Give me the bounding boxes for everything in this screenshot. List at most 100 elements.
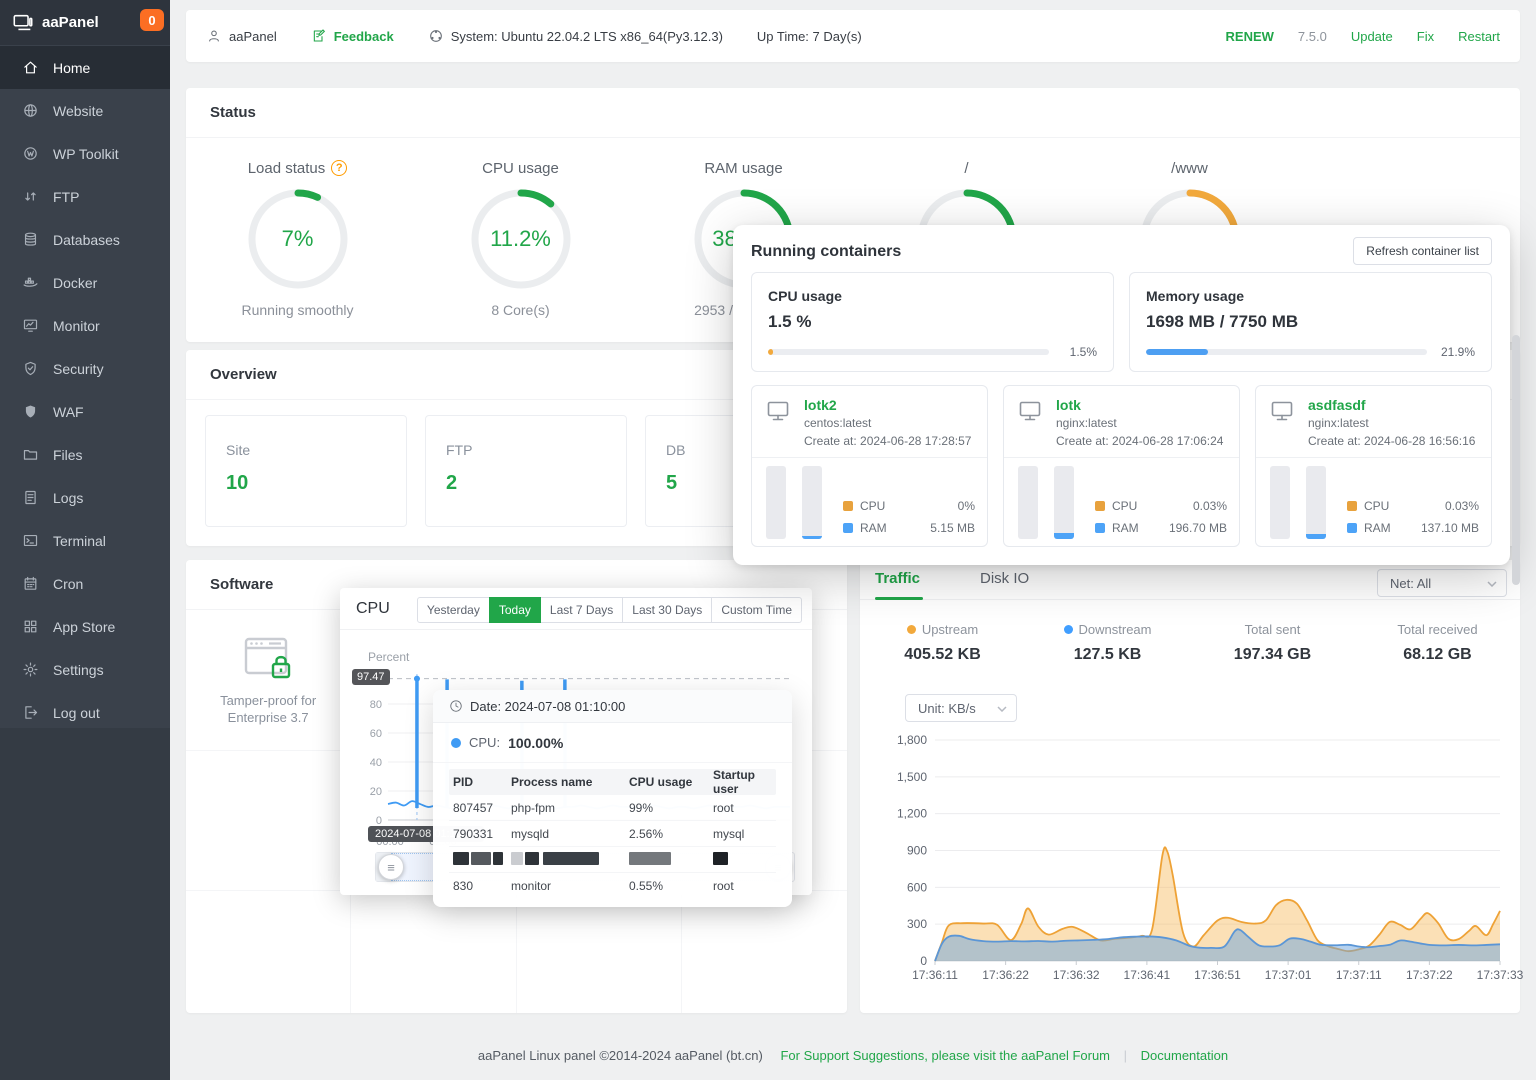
gauge-label: /www (1171, 159, 1208, 177)
ram-swatch (1095, 523, 1105, 533)
sidebar-item-wp-toolkit[interactable]: WP Toolkit (0, 132, 170, 175)
tab-traffic[interactable]: Traffic (875, 570, 920, 587)
sidebar-item-databases[interactable]: Databases (0, 218, 170, 261)
appstore-icon (24, 620, 37, 633)
logout-icon (25, 706, 38, 719)
software-item-tamper-proof[interactable]: Tamper-proof for Enterprise 3.7 (186, 611, 352, 751)
range-button-yesterday[interactable]: Yesterday (416, 597, 490, 623)
account-menu[interactable]: aaPanel (206, 28, 277, 44)
range-button-today[interactable]: Today (488, 597, 541, 623)
sidebar-item-label: Cron (53, 575, 84, 592)
stat-value: 68.12 GB (1403, 646, 1472, 663)
stat-label: Upstream (921, 622, 979, 637)
refresh-container-list-button[interactable]: Refresh container list (1353, 237, 1492, 265)
svg-text:17:37:33: 17:37:33 (1477, 968, 1524, 982)
process-cell: mysqld (511, 826, 550, 841)
net-select[interactable]: Net: All (1377, 569, 1507, 597)
range-button-last-30-days[interactable]: Last 30 Days (622, 597, 713, 623)
feedback-link[interactable]: Feedback (311, 28, 394, 44)
container-cpu-legend-label: CPU (1364, 499, 1390, 513)
sidebar-item-label: Security (53, 360, 104, 377)
svg-text:1,200: 1,200 (897, 807, 927, 821)
cpu-y-axis-title: Percent (368, 650, 410, 664)
footer-forum-link[interactable]: For Support Suggestions, please visit th… (780, 1048, 1110, 1063)
svg-text:20: 20 (370, 786, 382, 798)
container-monitor-icon (1019, 401, 1041, 421)
container-cpu-value: 0% (957, 499, 975, 513)
process-table-header: PID Process name CPU usage Startup user (449, 768, 776, 796)
footer-docs-link[interactable]: Documentation (1141, 1048, 1228, 1063)
gauge-label: RAM usage (704, 159, 783, 177)
sidebar-item-log-out[interactable]: Log out (0, 691, 170, 734)
brand-row[interactable]: aaPanel 0 (0, 0, 170, 45)
cpu-chart-tooltip: Date: 2024-07-08 01:10:00 CPU: 100.00% P… (433, 690, 792, 907)
traffic-stat-downstream: Downstream 127.5 KB (1025, 622, 1190, 664)
process-cell: root (713, 879, 734, 893)
memory-progress-percent: 21.9% (1440, 345, 1475, 359)
traffic-stats: Upstream 405.52 KB Downstream 127.5 KB Total… (860, 622, 1520, 664)
sidebar-item-label: Monitor (53, 317, 100, 334)
sidebar-item-files[interactable]: Files (0, 433, 170, 476)
sidebar-item-app-store[interactable]: App Store (0, 605, 170, 648)
footer: aaPanel Linux panel ©2014-2024 aaPanel (… (170, 1048, 1536, 1063)
datazoom-left-handle[interactable]: ≡ (378, 854, 404, 880)
process-table: PID Process name CPU usage Startup user 807… (449, 768, 776, 899)
sidebar-item-label: Databases (53, 231, 120, 248)
cpu-series-dot (451, 737, 461, 748)
sidebar-item-docker[interactable]: Docker (0, 261, 170, 304)
containers-cpu-card: CPU usage 1.5 % 1.5% (751, 272, 1114, 372)
range-button-last-7-days[interactable]: Last 7 Days (539, 597, 624, 623)
sidebar-item-cron[interactable]: Cron (0, 562, 170, 605)
security-icon (25, 361, 36, 376)
memory-progress-fill (1146, 349, 1208, 355)
sidebar-item-ftp[interactable]: FTP (0, 175, 170, 218)
update-link[interactable]: Update (1351, 29, 1393, 44)
container-card-lotk[interactable]: lotk nginx:latest Create at: 2024-06-28 17… (1003, 385, 1240, 547)
svg-text:17:36:51: 17:36:51 (1194, 968, 1241, 982)
sidebar-item-label: Docker (53, 274, 98, 291)
sidebar-item-logs[interactable]: Logs (0, 476, 170, 519)
unit-select[interactable]: Unit: KB/s (905, 694, 1017, 722)
container-card-asdfasdf[interactable]: asdfasdf nginx:latest Create at: 2024-06-2… (1255, 385, 1492, 547)
help-icon[interactable]: ? (331, 160, 348, 176)
overview-card-label: Site (226, 442, 251, 458)
sidebar-item-website[interactable]: Website (0, 89, 170, 132)
svg-text:17:36:11: 17:36:11 (912, 968, 958, 982)
sidebar-item-label: Logs (53, 489, 84, 506)
svg-text:80: 80 (370, 699, 382, 711)
restart-link[interactable]: Restart (1458, 29, 1500, 44)
container-ram-legend-label: RAM (860, 521, 887, 535)
process-cell: 99% (629, 800, 654, 815)
sidebar-item-settings[interactable]: Settings (0, 648, 170, 691)
sidebar-item-label: Terminal (53, 532, 106, 549)
scrollbar-thumb[interactable] (1512, 335, 1520, 585)
overview-card-ftp[interactable]: FTP 2 (425, 415, 627, 527)
container-cpu-legend-label: CPU (1112, 499, 1138, 513)
sidebar-item-label: FTP (53, 188, 80, 205)
container-ram-bar (1306, 466, 1326, 539)
unit-select-value: Unit: KB/s (918, 700, 976, 716)
overview-card-site[interactable]: Site 10 (205, 415, 407, 527)
sidebar-item-terminal[interactable]: Terminal (0, 519, 170, 562)
software-empty-cell (186, 751, 352, 891)
container-created-at: Create at: 2024-06-28 17:28:57 (804, 434, 972, 448)
sidebar-item-label: Website (53, 102, 104, 119)
range-button-custom-time[interactable]: Custom Time (711, 597, 802, 623)
renew-link[interactable]: RENEW (1226, 29, 1274, 44)
sidebar-item-waf[interactable]: WAF (0, 390, 170, 433)
tab-disk-io[interactable]: Disk IO (980, 570, 1029, 587)
fix-link[interactable]: Fix (1417, 29, 1434, 44)
sidebar-item-security[interactable]: Security (0, 347, 170, 390)
running-containers-modal: Running containers Refresh container lis… (733, 225, 1510, 565)
sidebar: aaPanel 0 Home Website WP Toolkit FTP Databa… (0, 0, 170, 1080)
sidebar-item-home[interactable]: Home (0, 46, 170, 89)
container-ram-value: 5.15 MB (930, 521, 975, 535)
sidebar-item-monitor[interactable]: Monitor (0, 304, 170, 347)
cpu-max-marker: 97.47 (352, 669, 390, 685)
cpu-popup-title: CPU (356, 600, 390, 617)
svg-text:1,500: 1,500 (897, 770, 927, 784)
clock-icon (450, 700, 462, 712)
container-card-lotk2[interactable]: lotk2 centos:latest Create at: 2024-06-28 … (751, 385, 988, 547)
notification-badge[interactable]: 0 (140, 9, 164, 31)
sidebar-item-label: Files (53, 446, 83, 463)
